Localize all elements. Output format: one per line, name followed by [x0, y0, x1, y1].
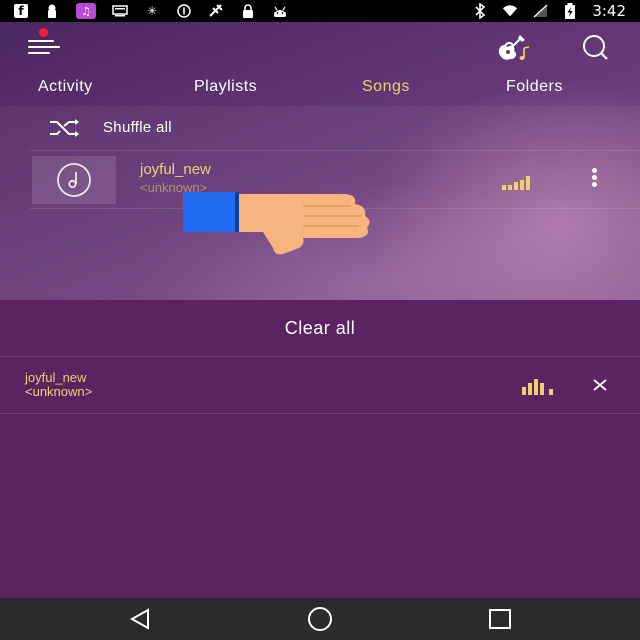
notification-dot — [39, 28, 48, 37]
search-button[interactable] — [578, 32, 612, 62]
satellite-icon — [208, 4, 224, 18]
queue-item[interactable]: joyful_new <unknown> — [0, 357, 640, 413]
home-icon — [308, 607, 332, 631]
guitar-icon — [498, 35, 530, 60]
guitar-button[interactable] — [496, 32, 532, 62]
menu-button[interactable] — [28, 36, 62, 58]
music-disc-icon — [57, 163, 91, 197]
back-button[interactable] — [126, 606, 156, 632]
lock-keyhole-icon — [44, 4, 60, 18]
tab-activity[interactable]: Activity — [38, 78, 93, 96]
swipe-hand-icon — [183, 192, 370, 255]
more-vert-icon — [591, 168, 597, 173]
facebook-icon: f — [14, 4, 28, 18]
bluetooth-icon — [472, 3, 488, 19]
lock-icon — [240, 4, 256, 18]
search-icon — [583, 35, 608, 60]
brightness-icon: ✳ — [146, 4, 158, 18]
info-icon — [176, 4, 192, 18]
navigation-bar — [0, 598, 640, 640]
music-note-icon: ♫ — [76, 3, 96, 19]
queue-item-title: joyful_new — [25, 370, 87, 385]
app-toolbar — [0, 22, 640, 72]
shuffle-all-label: Shuffle all — [103, 119, 172, 136]
signal-icon — [532, 4, 548, 18]
clear-all-button[interactable]: Clear all — [0, 318, 640, 339]
back-icon — [129, 608, 149, 630]
status-time: 3:42 — [592, 2, 626, 20]
tab-bar: Activity Playlists Songs Folders — [0, 72, 640, 106]
more-options-button[interactable] — [586, 166, 602, 192]
tab-playlists[interactable]: Playlists — [194, 78, 257, 96]
recents-button[interactable] — [485, 606, 515, 632]
more-vert-dot — [591, 175, 597, 180]
close-icon — [593, 379, 607, 391]
tab-songs[interactable]: Songs — [362, 78, 410, 96]
shuffle-all-button[interactable]: Shuffle all — [0, 108, 640, 148]
menu-icon — [28, 40, 54, 42]
message-icon — [112, 4, 128, 18]
home-button[interactable] — [305, 606, 335, 632]
battery-charging-icon — [562, 3, 578, 19]
recents-icon — [489, 609, 511, 629]
shuffle-icon — [50, 119, 79, 137]
queue-divider — [0, 413, 640, 414]
menu-icon-line — [28, 52, 50, 54]
menu-icon-line — [28, 46, 60, 48]
status-bar: f ♫ ✳ 3:42 — [0, 0, 640, 22]
more-vert-dot — [591, 182, 597, 187]
play-queue-panel — [0, 300, 640, 598]
tab-folders[interactable]: Folders — [506, 78, 563, 96]
wifi-icon — [502, 4, 518, 18]
queue-item-artist: <unknown> — [25, 384, 93, 399]
android-icon — [272, 4, 288, 18]
song-title: joyful_new — [140, 161, 211, 178]
equalizer-icon — [502, 174, 530, 190]
song-thumbnail — [32, 156, 116, 204]
equalizer-icon — [522, 375, 553, 395]
remove-from-queue-button[interactable] — [590, 375, 610, 395]
